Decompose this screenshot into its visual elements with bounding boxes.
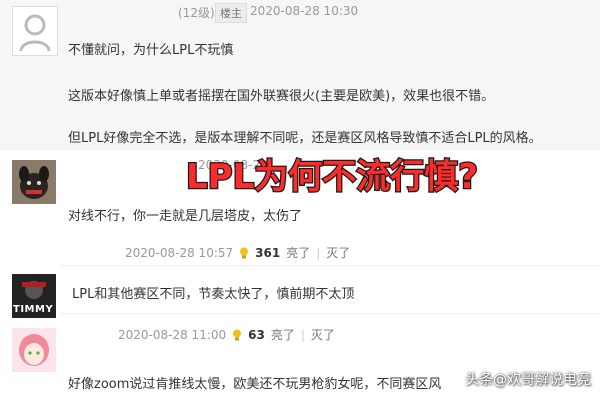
user-level: (12级) [178, 6, 215, 20]
avatar[interactable] [12, 160, 56, 204]
avatar-caption: TIMMY [13, 304, 54, 315]
divider: | [316, 245, 321, 260]
like-button[interactable]: 亮了 [286, 244, 310, 261]
avatar[interactable] [12, 328, 56, 372]
original-post: (12级) 楼主 2020-08-28 10:30 不懂就问，为什么LPL不玩慎… [0, 0, 600, 150]
default-user-icon [19, 14, 51, 52]
reply-text: LPL和其他赛区不同，节奏太快了，慎前期不太顶 [72, 287, 355, 302]
banner-text: LPL为何不流行慎? [186, 157, 478, 197]
reply-timestamp: 2020-08-28 10:57 [125, 245, 234, 260]
reply-meta-row: 2020-08-28 10:57 361 亮了 | 灭了 [125, 244, 350, 261]
post-paragraph-2: 但LPL好像完全不选，是版本理解不同呢，还是赛区风格导致慎不适合LPL的风格。 [68, 131, 542, 146]
post-timestamp: 2020-08-28 10:30 [250, 4, 359, 18]
dislike-button[interactable]: 灭了 [326, 244, 350, 261]
post-paragraph-1: 这版本好像慎上单或者摇摆在国外联赛很火(主要是欧美)，效果也很不错。 [68, 89, 495, 104]
lightbulb-icon [240, 247, 249, 258]
divider [60, 313, 600, 314]
title-banner: LPL为何不流行慎? [185, 156, 479, 199]
like-count: 361 [255, 245, 281, 260]
avatar[interactable] [12, 6, 58, 56]
anime-avatar-icon [12, 328, 56, 372]
post-title-line: 不懂就问，为什么LPL不玩慎 [68, 43, 234, 58]
floor-badge: 楼主 [215, 3, 247, 23]
dog-avatar-icon [12, 160, 56, 204]
avatar[interactable]: TIMMY [12, 274, 56, 318]
reply-text: 对线不行，你一走就是几层塔皮，太伤了 [68, 209, 303, 224]
reply-text: 好像zoom说过肯推线太慢，欧美还不玩男枪豹女呢，不同赛区风 [68, 377, 442, 392]
watermark: 头条@欢哥解说电竞 [465, 372, 591, 388]
